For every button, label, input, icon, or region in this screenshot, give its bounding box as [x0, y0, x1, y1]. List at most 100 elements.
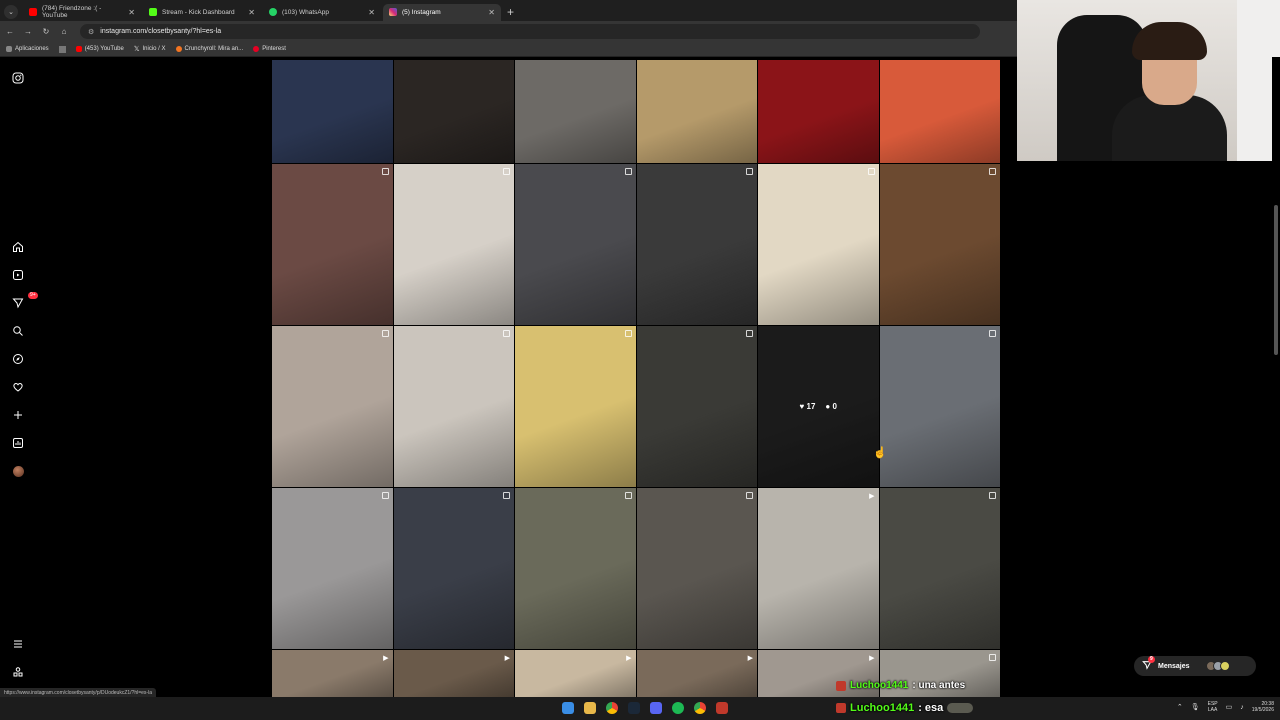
network-icon[interactable]: ▭ — [1226, 703, 1233, 711]
likes-stat: ♥ 17 — [800, 402, 816, 411]
address-bar[interactable]: ⚙ instagram.com/closetbysanty/?hl=es-la — [80, 24, 980, 39]
status-link-preview: https://www.instagram.com/closetbysanty/… — [0, 688, 156, 697]
bookmark-youtube[interactable]: (453) YouTube — [75, 46, 124, 52]
close-tab-icon[interactable]: ✕ — [488, 8, 495, 17]
close-tab-icon[interactable]: ✕ — [368, 8, 375, 17]
post-thumbnail[interactable] — [515, 488, 636, 649]
post-thumbnail[interactable] — [393, 488, 514, 649]
post-thumbnail[interactable] — [636, 488, 757, 649]
windows-start-icon[interactable] — [562, 702, 574, 714]
post-thumbnail[interactable] — [515, 326, 636, 487]
carousel-icon — [381, 492, 389, 499]
clock[interactable]: 20:38 19/5/2026 — [1252, 701, 1274, 713]
dashboard-icon[interactable] — [10, 435, 26, 451]
post-thumbnail[interactable] — [758, 60, 879, 163]
reel-icon: ▶ — [747, 655, 753, 662]
file-explorer-icon[interactable] — [584, 702, 596, 714]
comments-count: 0 — [832, 402, 837, 411]
keyboard-layout: LAA — [1207, 707, 1218, 713]
browser-tab[interactable]: (784) Friendzone :( - YouTube ✕ — [23, 4, 141, 21]
messages-button[interactable]: 9 Mensajes — [1134, 656, 1256, 676]
steam-icon[interactable] — [628, 702, 640, 714]
close-tab-icon[interactable]: ✕ — [248, 8, 255, 17]
chat-text: : esa — [918, 702, 944, 714]
post-thumbnail[interactable] — [636, 326, 757, 487]
direct-messages-icon: 9 — [1142, 656, 1155, 672]
post-thumbnail[interactable] — [272, 488, 393, 649]
chrome-icon[interactable] — [606, 702, 618, 714]
page-scrollbar[interactable] — [1272, 57, 1280, 697]
instagram-logo-icon[interactable] — [10, 70, 26, 86]
tab-title: Stream - Kick Dashboard — [162, 8, 235, 16]
apps-icon — [6, 46, 12, 52]
post-thumbnail[interactable]: ▶ — [636, 650, 757, 697]
chat-username: Luchoo1441 — [850, 680, 909, 691]
spotify-icon[interactable] — [672, 702, 684, 714]
post-thumbnail[interactable] — [515, 60, 636, 163]
post-thumbnail[interactable] — [879, 326, 1000, 487]
post-thumbnail[interactable] — [515, 164, 636, 325]
menu-icon[interactable] — [10, 636, 26, 652]
post-thumbnail[interactable] — [393, 60, 514, 163]
tab-search-button[interactable]: ⌄ — [4, 5, 18, 19]
chevron-up-icon[interactable]: ⌃ — [1177, 703, 1183, 711]
site-info-icon[interactable]: ⚙ — [88, 28, 94, 36]
profile-avatar[interactable] — [10, 463, 26, 479]
direct-messages-icon[interactable]: 9+ — [10, 292, 38, 311]
post-thumbnail[interactable]: ▶ — [272, 650, 393, 697]
post-thumbnail[interactable]: ▶ — [515, 650, 636, 697]
new-tab-button[interactable]: + — [507, 5, 514, 19]
also-from-meta-icon[interactable] — [10, 664, 26, 680]
tab-title: (5) Instagram — [402, 8, 441, 16]
grid-icon[interactable] — [58, 45, 66, 53]
app-icon[interactable] — [716, 702, 728, 714]
scrollbar-thumb[interactable] — [1274, 205, 1278, 355]
back-icon[interactable]: ← — [6, 27, 14, 36]
whatsapp-icon — [269, 8, 277, 16]
forward-icon[interactable]: → — [24, 27, 32, 36]
post-thumbnail[interactable] — [636, 60, 757, 163]
browser-tab[interactable]: (103) WhatsApp ✕ — [263, 4, 381, 21]
post-thumbnail[interactable] — [272, 164, 393, 325]
post-thumbnail[interactable] — [272, 60, 393, 163]
carousel-icon — [624, 168, 632, 175]
post-thumbnail[interactable] — [758, 164, 879, 325]
post-thumbnail[interactable]: ▶ — [758, 488, 879, 649]
home-icon[interactable]: ⌂ — [60, 27, 68, 36]
close-tab-icon[interactable]: ✕ — [128, 8, 135, 17]
microphone-icon[interactable]: 🎙 — [1191, 703, 1200, 711]
taskbar-apps — [557, 702, 733, 714]
post-thumbnail[interactable] — [272, 326, 393, 487]
bookmark-apps[interactable]: Aplicaciones — [6, 46, 49, 52]
explore-icon[interactable] — [10, 351, 26, 367]
messages-avatars — [1205, 661, 1230, 671]
post-thumbnail[interactable] — [393, 326, 514, 487]
language-indicator[interactable]: ESP LAA — [1208, 701, 1218, 713]
post-thumbnail[interactable]: ▶ — [393, 650, 514, 697]
browser-tab[interactable]: Stream - Kick Dashboard ✕ — [143, 4, 261, 21]
post-thumbnail[interactable]: ♥ 17 ● 0 — [758, 326, 879, 487]
post-thumbnail[interactable] — [636, 164, 757, 325]
create-icon[interactable] — [10, 407, 26, 423]
home-icon[interactable] — [10, 239, 26, 255]
post-thumbnail[interactable] — [879, 164, 1000, 325]
discord-icon[interactable] — [650, 702, 662, 714]
reels-icon[interactable] — [10, 267, 26, 283]
instagram-icon — [389, 8, 397, 16]
volume-icon[interactable]: ♪ — [1240, 704, 1244, 711]
heart-icon[interactable] — [10, 379, 26, 395]
post-thumbnail[interactable] — [879, 60, 1000, 163]
search-icon[interactable] — [10, 323, 26, 339]
reload-icon[interactable]: ↻ — [42, 27, 50, 36]
chrome-icon[interactable] — [694, 702, 706, 714]
carousel-icon — [867, 168, 875, 175]
bookmark-pinterest[interactable]: Pinterest — [253, 46, 286, 52]
x-icon: 𝕏 — [133, 46, 140, 53]
tab-title: (784) Friendzone :( - YouTube — [42, 5, 102, 19]
browser-tab-active[interactable]: (5) Instagram ✕ — [383, 3, 501, 21]
post-thumbnail[interactable] — [393, 164, 514, 325]
carousel-icon — [503, 330, 510, 337]
bookmark-x[interactable]: 𝕏 Inicio / X — [134, 45, 166, 53]
bookmark-crunchyroll[interactable]: Crunchyroll: Mira an... — [175, 46, 243, 52]
post-thumbnail[interactable] — [879, 488, 1000, 649]
